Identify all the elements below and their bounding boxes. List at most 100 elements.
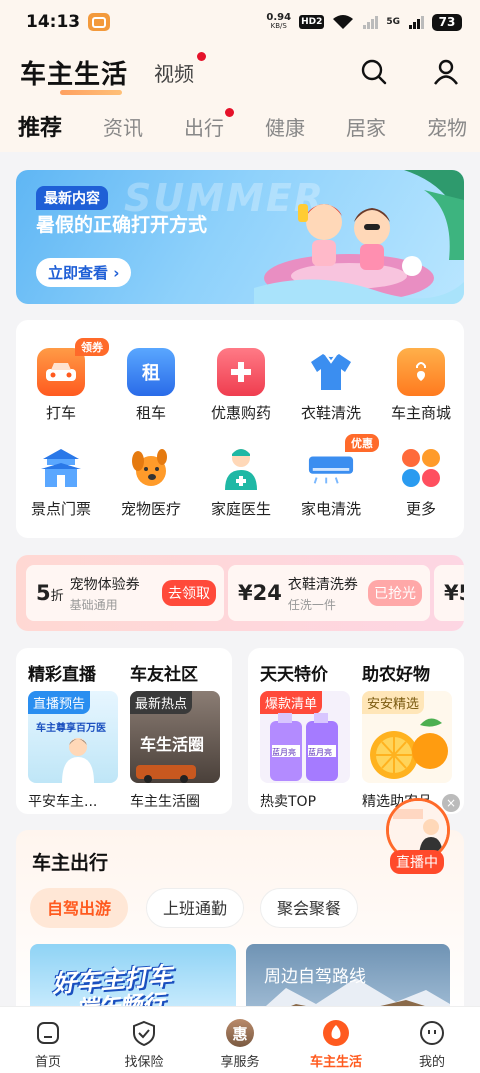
car-rental-icon: 租 — [127, 348, 175, 396]
app-title: 车主生活 — [20, 54, 128, 95]
chip-gathering[interactable]: 聚会聚餐 — [260, 888, 359, 928]
service-tickets[interactable]: 景点门票 — [16, 444, 106, 519]
search-icon[interactable] — [360, 58, 388, 86]
nav-home[interactable]: 首页 — [0, 1007, 96, 1073]
community-caption: 车主生活圈 — [130, 794, 200, 810]
service-label: 优惠购药 — [210, 404, 271, 422]
tab-travel-label: 出行 — [184, 115, 225, 140]
live-title: 精彩直播 — [28, 665, 96, 685]
service-label: 宠物医疗 — [120, 500, 181, 518]
service-label: 衣鞋清洗 — [300, 404, 361, 422]
nav-services[interactable]: 惠 享服务 — [192, 1007, 288, 1073]
nav-label: 找保险 — [124, 1055, 164, 1070]
service-label: 车主商城 — [390, 404, 451, 422]
battery-icon: 73 — [432, 13, 462, 31]
medicine-kit-icon — [217, 348, 265, 396]
car-image — [136, 765, 196, 783]
travel-title: 车主出行 — [32, 852, 109, 874]
community-title: 车友社区 — [130, 665, 198, 685]
close-icon[interactable]: × — [442, 794, 460, 812]
community-thumbnail: 最新热点 车生活圈 — [130, 691, 220, 783]
tab-health[interactable]: 健康 — [265, 112, 305, 141]
nav-me[interactable]: 我的 — [384, 1007, 480, 1073]
special-section[interactable]: 天天特价 爆款清单 蓝月亮 蓝月亮 热卖TOP — [260, 660, 352, 811]
farm-title: 助农好物 — [362, 665, 430, 685]
banner-illustration — [254, 170, 464, 304]
speed-unit: KB/S — [270, 22, 287, 30]
coupon-strip: 5折 宠物体验券 基础通用 去领取 ¥24 衣鞋清洗券 任洗一件 已抢光 ¥5 — [16, 555, 464, 631]
coupon-partial[interactable]: ¥5 — [434, 565, 464, 621]
car-rental-glyph: 租 — [142, 363, 160, 384]
user-icon[interactable] — [432, 58, 460, 86]
header-actions — [360, 58, 460, 86]
sold-out-button: 已抢光 — [368, 580, 422, 606]
chip-commute[interactable]: 上班通勤 — [146, 888, 245, 928]
service-mall[interactable]: 车主商城 — [376, 348, 466, 423]
coupon-pet[interactable]: 5折 宠物体验券 基础通用 去领取 — [26, 565, 224, 621]
service-label: 更多 — [405, 500, 436, 518]
header: 车主生活 视频 — [0, 44, 480, 100]
special-thumbnail: 爆款清单 蓝月亮 蓝月亮 — [260, 691, 350, 783]
service-more[interactable]: 更多 — [376, 444, 466, 519]
claim-button[interactable]: 去领取 — [162, 580, 216, 606]
coupon-laundry[interactable]: ¥24 衣鞋清洗券 任洗一件 已抢光 — [228, 565, 430, 621]
doctor-icon — [217, 444, 265, 492]
travel-card-routes-title: 周边自驾路线 — [264, 967, 366, 987]
orange-image — [370, 718, 448, 779]
tab-travel[interactable]: 出行 — [184, 107, 235, 141]
service-car-rental[interactable]: 租 租车 — [106, 348, 196, 423]
benefit-icon: 惠 — [226, 1019, 254, 1047]
notification-app-icon — [88, 13, 111, 31]
coupon-sub: 任洗一件 — [287, 597, 336, 612]
network-type: 5G — [386, 17, 400, 27]
car-life-icon — [322, 1019, 350, 1047]
service-family-doctor[interactable]: 家庭医生 — [196, 444, 286, 519]
detergent-brand-2: 蓝月亮 — [308, 748, 332, 757]
status-bar: 14:13 0.94 KB/S HD2 5G 73 — [0, 0, 480, 44]
live-now-button[interactable]: 直播中 — [390, 850, 444, 874]
taxi-icon: 领券 — [37, 338, 109, 396]
tab-news[interactable]: 资讯 — [103, 112, 143, 141]
tab-recommend[interactable]: 推荐 — [18, 110, 62, 142]
nav-label: 首页 — [34, 1055, 61, 1070]
tab-pets[interactable]: 宠物 — [427, 112, 467, 141]
shield-icon — [130, 1019, 158, 1047]
farm-section[interactable]: 助农好物 安安精选 精选助农品 — [362, 660, 454, 811]
service-label: 家电清洗 — [300, 500, 361, 518]
benefit-glyph: 惠 — [226, 1019, 254, 1047]
feature-block-left: 精彩直播 直播预告 车主尊享百万医 平安车主... 车友社区 最新热点 车生活圈… — [16, 648, 232, 814]
hd-label: HD — [301, 17, 317, 27]
video-tab[interactable]: 视频 — [154, 51, 207, 87]
status-time: 14:13 — [26, 12, 81, 32]
service-label: 景点门票 — [30, 500, 91, 518]
service-pet-medical[interactable]: 宠物医疗 — [106, 444, 196, 519]
status-indicators: 0.94 KB/S HD2 5G 73 — [266, 13, 462, 31]
live-thumbnail-text: 车主尊享百万医 — [36, 723, 106, 734]
coupon-name: 宠物体验券 — [69, 576, 140, 593]
hd-number: 2 — [316, 17, 323, 27]
more-grid-icon — [397, 444, 445, 492]
service-label: 打车 — [45, 404, 76, 422]
service-laundry[interactable]: 衣鞋清洗 — [286, 348, 376, 423]
new-indicator-dot — [225, 107, 235, 117]
service-appliance-cleaning[interactable]: 优惠 家电清洗 — [286, 434, 379, 519]
floating-live-widget[interactable]: 直播中 × — [386, 794, 460, 876]
banner-badge: 最新内容 — [36, 186, 108, 210]
nav-insurance[interactable]: 找保险 — [96, 1007, 192, 1073]
service-taxi[interactable]: 领券 打车 — [16, 338, 109, 423]
service-pharmacy[interactable]: 优惠购药 — [196, 348, 286, 423]
chip-self-drive[interactable]: 自驾出游 — [30, 888, 129, 928]
coupon-text: 衣鞋清洗券 任洗一件 — [288, 574, 358, 613]
summer-banner[interactable]: SUMMER 最新内容 暑假的正确打开方式 立即查看 › — [16, 170, 464, 304]
feature-block-right: 天天特价 爆款清单 蓝月亮 蓝月亮 热卖TOP 助农好物 安安精选 精选助农品 — [248, 648, 464, 814]
special-caption: 热卖TOP — [260, 794, 317, 810]
nav-car-life[interactable]: 车主生活 — [288, 1007, 384, 1073]
hd-icon: HD2 — [299, 15, 325, 29]
community-section[interactable]: 车友社区 最新热点 车生活圈 车主生活圈 — [130, 660, 222, 811]
coupon-badge: 领券 — [75, 338, 109, 356]
category-tabs: 推荐 资讯 出行 健康 居家 宠物 — [0, 100, 480, 152]
new-indicator-dot — [197, 51, 207, 61]
view-now-button[interactable]: 立即查看 › — [36, 258, 132, 287]
tab-home[interactable]: 居家 — [346, 112, 386, 141]
live-section[interactable]: 精彩直播 直播预告 车主尊享百万医 平安车主... — [28, 660, 120, 811]
